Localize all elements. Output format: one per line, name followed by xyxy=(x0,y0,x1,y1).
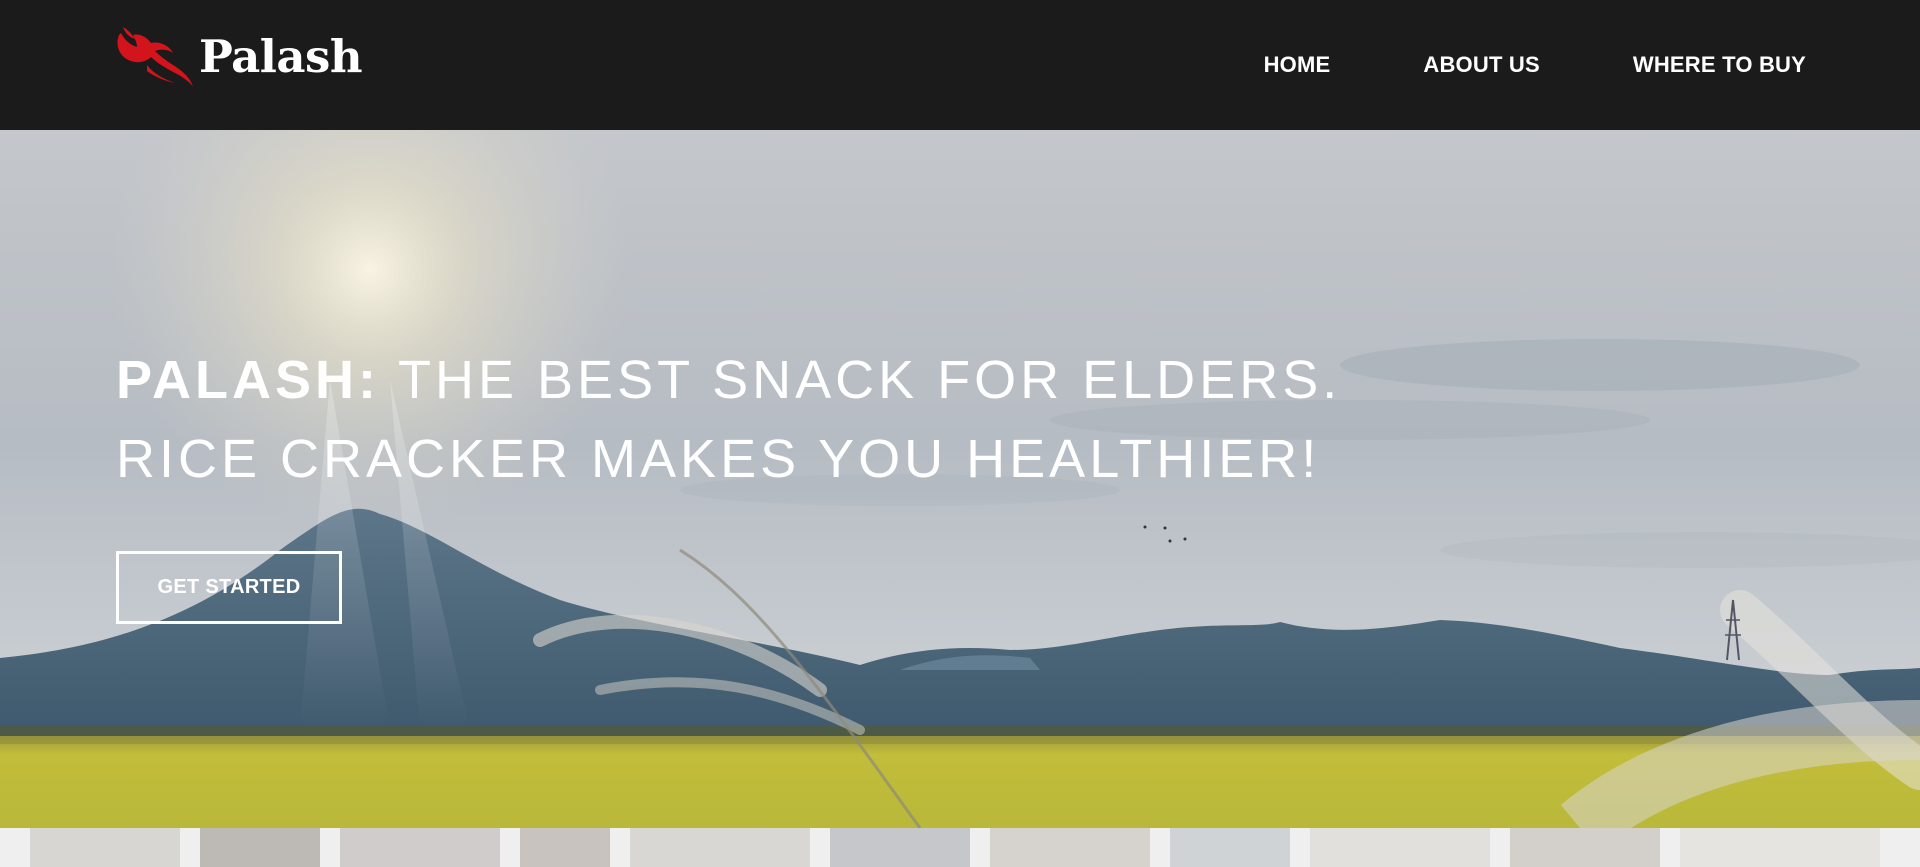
hero-headline: PALASH: THE BEST SNACK FOR ELDERS. RICE … xyxy=(116,341,1341,499)
brand-name: Palash xyxy=(199,30,363,83)
red-bird-logo-icon xyxy=(117,27,193,87)
hero-content: PALASH: THE BEST SNACK FOR ELDERS. RICE … xyxy=(116,341,1341,624)
nav-about-us[interactable]: ABOUT US xyxy=(1423,52,1540,78)
collage-background-image xyxy=(0,828,1920,867)
navbar: Palash HOME ABOUT US WHERE TO BUY xyxy=(0,0,1920,130)
brand-logo-link[interactable]: Palash xyxy=(113,24,363,90)
nav-where-to-buy[interactable]: WHERE TO BUY xyxy=(1633,52,1806,78)
headline-line1-rest: THE BEST SNACK FOR ELDERS. xyxy=(380,350,1342,410)
hero-section: PALASH: THE BEST SNACK FOR ELDERS. RICE … xyxy=(0,130,1920,828)
next-section-preview xyxy=(0,828,1920,867)
headline-line2: RICE CRACKER MAKES YOU HEALTHIER! xyxy=(116,429,1321,489)
main-nav: HOME ABOUT US WHERE TO BUY xyxy=(1171,0,1806,130)
nav-home[interactable]: HOME xyxy=(1264,52,1331,78)
headline-brand: PALASH: xyxy=(116,350,380,410)
get-started-button[interactable]: GET STARTED xyxy=(116,551,342,624)
